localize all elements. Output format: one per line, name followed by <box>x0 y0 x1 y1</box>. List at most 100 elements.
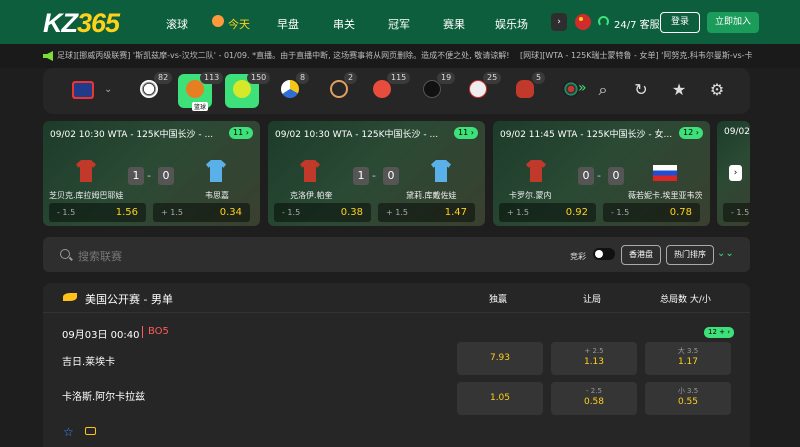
away-jersey-icon <box>431 160 451 182</box>
tennis-count: 150 <box>247 72 271 84</box>
league-name: 美国公开赛 - 男单 <box>85 293 173 306</box>
home-jersey-icon <box>76 160 96 182</box>
match-card[interactable]: 09/02 10:30 WTA - 125K中国长沙 - ... 11 › 1 … <box>268 121 485 226</box>
soccer-count: 82 <box>154 72 173 84</box>
odds-button[interactable]: + 1.5 0.34 <box>153 203 250 222</box>
volleyball-icon[interactable] <box>281 80 299 98</box>
gj-logo-icon[interactable] <box>72 81 94 99</box>
home-score: 0 <box>578 167 594 185</box>
card-market-count[interactable]: 12 › <box>679 127 703 139</box>
away-score: 0 <box>608 167 624 185</box>
favorite-star-icon[interactable]: ☆ <box>63 425 74 439</box>
support-link[interactable]: 24/7 客服 <box>614 16 660 31</box>
match-card[interactable]: 09/02 11:45 WTA - 125K中国长沙 - 女... 12 › 0… <box>493 121 710 226</box>
search-icon[interactable]: ⌕ <box>594 81 612 99</box>
brand-logo[interactable]: KZ365 <box>43 8 120 39</box>
volleyball-count: 8 <box>296 72 310 84</box>
settings-gear-icon[interactable]: ⚙ <box>708 81 726 99</box>
player-1-name: 吉日.莱埃卡 <box>62 357 116 368</box>
carousel-next-button[interactable]: › <box>729 165 742 181</box>
sort-select[interactable]: 热门排序 <box>666 245 714 265</box>
card-title: 09/02 <box>724 127 750 137</box>
nav-live[interactable]: 滚球 <box>166 16 188 32</box>
handicap-odds-1[interactable]: + 2.5 1.13 <box>551 342 637 375</box>
home-score: 1 <box>128 167 144 185</box>
best-of-label: BO5 <box>148 326 169 337</box>
lottery-toggle[interactable] <box>593 248 615 260</box>
nav-early[interactable]: 早盘 <box>277 16 299 32</box>
moneyline-odds-2[interactable]: 1.05 <box>457 382 543 415</box>
col-handicap: 让局 <box>583 295 602 305</box>
card-market-count[interactable]: 11 › <box>454 127 478 139</box>
divider <box>142 326 143 338</box>
nav-more-button[interactable]: › <box>551 13 567 31</box>
col-moneyline: 独赢 <box>489 295 508 305</box>
ticker-text-2[interactable]: [网球][WTA - 125K瑞士蒙特鲁 - 女单] '阿努克.科韦尔曼斯-vs… <box>520 44 752 68</box>
match-time: 09月03日 00:40 <box>62 330 140 341</box>
login-button[interactable]: 登录 <box>660 12 700 33</box>
search-icon <box>60 249 70 259</box>
home-jersey-icon <box>526 160 546 182</box>
handicap-odds-2[interactable]: - 2.5 0.58 <box>551 382 637 415</box>
away-team: 韦思嘉 <box>205 191 229 200</box>
home-team: 卡罗尔.蒙内 <box>509 191 552 200</box>
card-title: 09/02 10:30 WTA - 125K中国长沙 - ... <box>275 130 439 140</box>
nav-parlay[interactable]: 串关 <box>333 16 355 32</box>
baseball-count: 25 <box>483 72 502 84</box>
away-score: 0 <box>383 167 399 185</box>
total-odds-under[interactable]: 小 3.5 0.55 <box>645 382 731 415</box>
home-jersey-icon <box>300 160 320 182</box>
boxing-icon[interactable] <box>516 80 534 98</box>
ticket-icon[interactable] <box>85 427 96 435</box>
card-title: 09/02 10:30 WTA - 125K中国长沙 - ... <box>50 130 214 140</box>
away-team: 黛莉.库戴佐娃 <box>406 191 457 200</box>
league-search-input[interactable]: 搜索联赛 <box>78 248 122 264</box>
moneyline-odds-1[interactable]: 7.93 <box>457 342 543 375</box>
nav-casino[interactable]: 娱乐场 <box>495 16 528 32</box>
nav-today[interactable]: 今天 <box>228 16 250 32</box>
nav-results[interactable]: 赛果 <box>443 16 465 32</box>
odds-button[interactable]: - 1.5 <box>723 203 750 222</box>
badminton-count: 2 <box>344 72 358 84</box>
home-score: 1 <box>353 167 369 185</box>
lottery-toggle-label: 竞彩 <box>570 252 586 261</box>
total-odds-over[interactable]: 大 3.5 1.17 <box>645 342 731 375</box>
basketball-tooltip: 篮球 <box>192 102 209 111</box>
card-title: 09/02 11:45 WTA - 125K中国长沙 - 女... <box>500 130 673 140</box>
odds-type-select[interactable]: 香港盘 <box>621 245 661 265</box>
refresh-icon[interactable]: ↻ <box>632 81 650 99</box>
away-team: 薇若妮卡.埃里亚韦茨 <box>628 191 703 200</box>
score-dash: - <box>372 169 376 182</box>
col-total: 总局数 大/小 <box>660 295 711 305</box>
odds-button[interactable]: + 1.5 1.47 <box>378 203 475 222</box>
away-jersey-icon <box>206 160 226 182</box>
player-2-name: 卡洛斯.阿尔卡拉兹 <box>62 392 146 403</box>
favorites-star-icon[interactable]: ★ <box>670 81 688 99</box>
headset-icon <box>598 16 609 27</box>
nav-outright[interactable]: 冠军 <box>388 16 410 32</box>
collapse-all-icon[interactable]: ⌄⌄ <box>717 248 734 259</box>
chevron-down-icon[interactable]: ⌄ <box>104 84 112 95</box>
odds-button[interactable]: - 1.5 0.78 <box>603 203 700 222</box>
score-dash: - <box>147 169 151 182</box>
odds-button[interactable]: - 1.5 1.56 <box>49 203 146 222</box>
us-open-logo-icon <box>63 293 77 301</box>
ticker-text[interactable]: 足球][挪威丙级联赛] '斯凯兹摩-vs-汉坎二队' - 01/09. *直播。… <box>57 44 517 68</box>
more-markets-badge[interactable]: 12 + › <box>704 327 735 338</box>
match-card[interactable]: 09/02 10:30 WTA - 125K中国长沙 - ... 11 › 1 … <box>43 121 260 226</box>
today-icon <box>212 15 224 27</box>
scroll-right-icon[interactable]: » <box>578 80 587 96</box>
boxing-count: 5 <box>532 72 546 84</box>
slovenia-flag-icon <box>653 165 677 181</box>
join-button[interactable]: 立即加入 <box>707 12 759 33</box>
snooker-count: 19 <box>437 72 456 84</box>
announcement-ticker: 足球][挪威丙级联赛] '斯凯兹摩-vs-汉坎二队' - 01/09. *直播。… <box>0 44 800 68</box>
basketball-count: 113 <box>200 72 224 84</box>
odds-button[interactable]: - 1.5 0.38 <box>274 203 371 222</box>
home-team: 克洛伊.帕奎 <box>290 191 333 200</box>
odds-button[interactable]: + 1.5 0.92 <box>499 203 596 222</box>
score-dash: - <box>597 169 601 182</box>
table-tennis-count: 115 <box>387 72 411 84</box>
card-market-count[interactable]: 11 › <box>229 127 253 139</box>
language-flag-icon[interactable] <box>575 14 591 30</box>
